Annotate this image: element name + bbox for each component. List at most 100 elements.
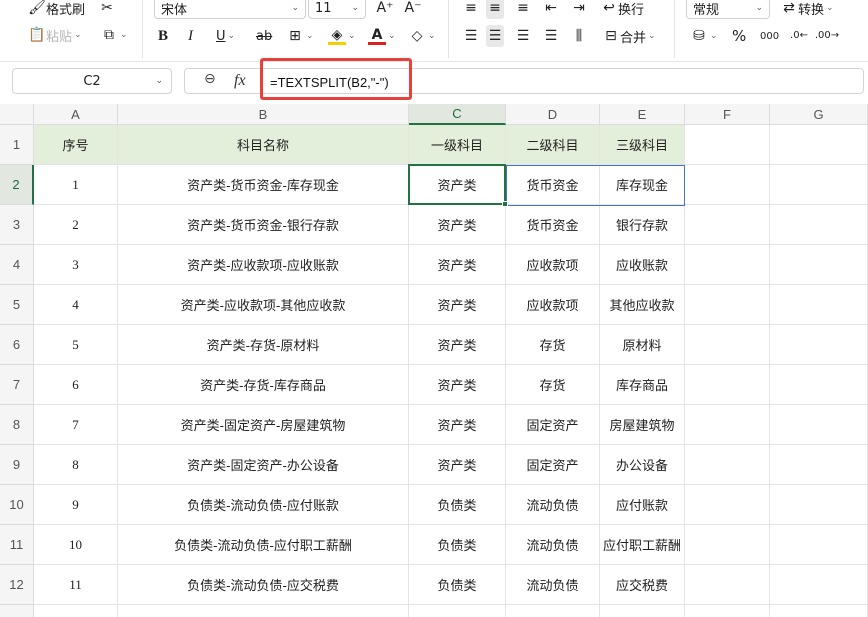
merge-button[interactable]: ⊟ 合并 ⌄	[602, 25, 655, 47]
table-cell[interactable]: 应付职工薪酬	[600, 525, 685, 565]
empty-cell[interactable]	[770, 605, 868, 617]
font-color-button[interactable]: A ⌄	[368, 25, 396, 47]
table-cell[interactable]: 资产类	[409, 245, 506, 285]
table-cell[interactable]: 资产类-固定资产-办公设备	[118, 445, 409, 485]
column-header-g[interactable]: G	[770, 104, 868, 125]
empty-cell[interactable]	[685, 125, 770, 165]
row-header-11[interactable]: 11	[0, 525, 34, 565]
align-middle-button[interactable]: ≡	[486, 0, 504, 19]
table-cell[interactable]: 负债类	[409, 525, 506, 565]
table-cell[interactable]: 资产类-应收款项-应收账款	[118, 245, 409, 285]
table-cell[interactable]: 原材料	[600, 325, 685, 365]
row-header-7[interactable]: 7	[0, 365, 34, 405]
wrap-text-button[interactable]: ↩ 换行	[600, 0, 644, 19]
name-box[interactable]: C2 ⌄	[12, 68, 172, 94]
table-cell[interactable]: 8	[34, 445, 118, 485]
table-cell[interactable]: 负债类-流动负债-应付职工薪酬	[118, 525, 409, 565]
table-cell[interactable]: 负债类	[409, 565, 506, 605]
table-cell[interactable]: 固定资产	[506, 445, 600, 485]
select-all-corner[interactable]	[0, 104, 34, 125]
header-cell[interactable]: 序号	[34, 125, 118, 165]
font-name-select[interactable]: 宋体 ⌄	[154, 0, 306, 19]
table-cell[interactable]: 应收账款	[600, 245, 685, 285]
header-cell[interactable]: 科目名称	[118, 125, 409, 165]
table-cell[interactable]: 库存商品	[600, 365, 685, 405]
function-icon[interactable]: fx	[234, 72, 246, 90]
table-cell[interactable]: 负债类-流动负债-应交税费	[118, 565, 409, 605]
empty-cell[interactable]	[770, 365, 868, 405]
strikethrough-button[interactable]: ab	[256, 25, 272, 47]
number-format-select[interactable]: 常规 ⌄	[686, 0, 770, 19]
table-cell[interactable]	[506, 605, 600, 617]
empty-cell[interactable]	[685, 565, 770, 605]
zoom-icon[interactable]: ⊖	[204, 71, 216, 87]
format-painter-button[interactable]: 🖌 格式刷	[28, 0, 85, 19]
header-cell[interactable]: 三级科目	[600, 125, 685, 165]
row-header-5[interactable]: 5	[0, 285, 34, 325]
table-cell[interactable]: 应收款项	[506, 245, 600, 285]
empty-cell[interactable]	[685, 205, 770, 245]
table-cell[interactable]: 资产类-存货-原材料	[118, 325, 409, 365]
row-header-8[interactable]: 8	[0, 405, 34, 445]
table-cell[interactable]: 资产类-货币资金-银行存款	[118, 205, 409, 245]
empty-cell[interactable]	[770, 285, 868, 325]
table-cell[interactable]: 2	[34, 205, 118, 245]
header-cell[interactable]: 一级科目	[409, 125, 506, 165]
table-cell[interactable]: 资产类-应收款项-其他应收款	[118, 285, 409, 325]
italic-button[interactable]: I	[188, 25, 193, 47]
table-cell[interactable]: 流动负债	[506, 565, 600, 605]
column-header-c[interactable]: C	[409, 104, 506, 125]
table-cell[interactable]: 办公设备	[600, 445, 685, 485]
align-left-button[interactable]: ☰	[462, 25, 480, 47]
row-header-6[interactable]: 6	[0, 325, 34, 365]
row-header-9[interactable]: 9	[0, 445, 34, 485]
font-size-select[interactable]: 11 ⌄	[308, 0, 366, 19]
table-cell[interactable]	[409, 605, 506, 617]
empty-cell[interactable]	[685, 285, 770, 325]
percent-button[interactable]: %	[732, 25, 746, 47]
empty-cell[interactable]	[685, 245, 770, 285]
borders-button[interactable]: ⊞ ⌄	[286, 25, 313, 47]
row-header-2[interactable]: 2	[0, 165, 34, 205]
empty-cell[interactable]	[770, 205, 868, 245]
empty-cell[interactable]	[685, 165, 770, 205]
empty-cell[interactable]	[770, 485, 868, 525]
table-cell[interactable]: 11	[34, 565, 118, 605]
table-cell[interactable]: 流动负债	[506, 525, 600, 565]
increase-decimal-button[interactable]: .00→	[815, 25, 839, 47]
empty-cell[interactable]	[685, 485, 770, 525]
table-cell[interactable]: 5	[34, 325, 118, 365]
table-cell[interactable]: 资产类	[409, 405, 506, 445]
table-cell[interactable]: 固定资产	[506, 405, 600, 445]
table-cell[interactable]: 房屋建筑物	[600, 405, 685, 445]
fill-handle[interactable]	[502, 201, 508, 207]
increase-indent-button[interactable]: ⇥	[570, 0, 588, 19]
table-cell[interactable]: 其他应收款	[600, 285, 685, 325]
empty-cell[interactable]	[770, 405, 868, 445]
table-cell[interactable]: 资产类	[409, 205, 506, 245]
empty-cell[interactable]	[685, 405, 770, 445]
table-cell[interactable]: 10	[34, 525, 118, 565]
decrease-indent-button[interactable]: ⇤	[542, 0, 560, 19]
currency-button[interactable]: ⛁ ⌄	[690, 25, 717, 47]
increase-font-button[interactable]: A⁺	[376, 0, 394, 19]
row-header-12[interactable]: 12	[0, 565, 34, 605]
empty-cell[interactable]	[685, 445, 770, 485]
table-cell[interactable]: 资产类-货币资金-库存现金	[118, 165, 409, 205]
empty-cell[interactable]	[685, 525, 770, 565]
empty-cell[interactable]	[770, 125, 868, 165]
decrease-decimal-button[interactable]: .0←	[790, 25, 808, 47]
table-cell[interactable]: 3	[34, 245, 118, 285]
paste-button[interactable]: 📋 粘贴 ⌄	[28, 24, 81, 46]
cut-button[interactable]: ✂	[98, 0, 116, 19]
table-cell[interactable]: 存货	[506, 365, 600, 405]
distribute-button[interactable]: ⫼	[570, 25, 588, 47]
table-cell[interactable]: 负债类	[409, 485, 506, 525]
table-cell[interactable]: 应收款项	[506, 285, 600, 325]
table-cell[interactable]	[600, 605, 685, 617]
table-cell[interactable]: 9	[34, 485, 118, 525]
row-header-13[interactable]: 13	[0, 605, 34, 617]
column-header-a[interactable]: A	[34, 104, 118, 125]
empty-cell[interactable]	[770, 565, 868, 605]
table-cell[interactable]: 负债类-流动负债-应付账款	[118, 485, 409, 525]
